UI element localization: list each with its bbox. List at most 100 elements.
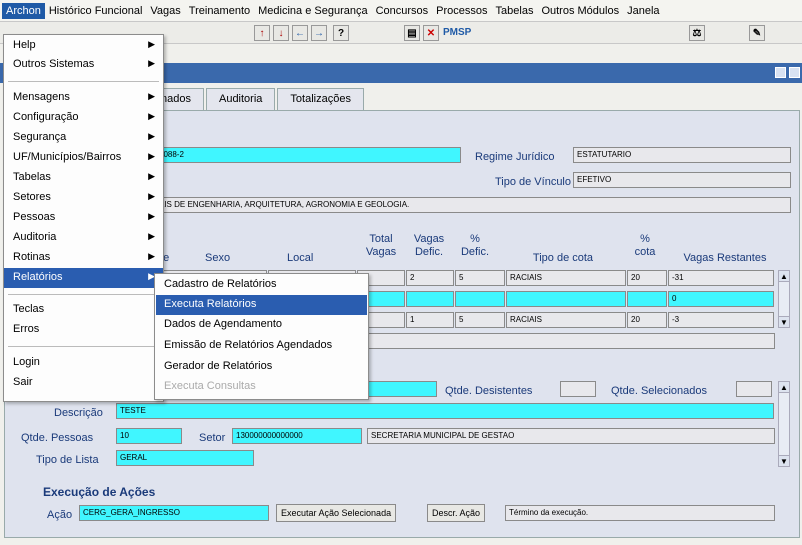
tab-auditoria[interactable]: Auditoria (205, 88, 276, 110)
menu-item-uf-municipios[interactable]: UF/Municípios/Bairros ▶ (4, 148, 163, 168)
status-field: Término da execução. (505, 505, 775, 521)
desistentes-field[interactable] (560, 381, 596, 397)
descr-acao-button[interactable]: Descr. Ação (427, 504, 486, 522)
menu-janela[interactable]: Janela (623, 3, 663, 19)
grid-cell-vagas-defic[interactable] (406, 291, 454, 307)
grid-cell-vagas-defic[interactable]: 2 (406, 270, 454, 286)
submenu-cadastro-relatorios[interactable]: Cadastro de Relatórios (156, 275, 367, 295)
menu-item-label: Mensagens (13, 91, 70, 103)
chevron-right-icon: ▶ (148, 191, 155, 201)
menu-outros-modulos[interactable]: Outros Módulos (537, 3, 623, 19)
help-icon[interactable]: ? (333, 25, 349, 41)
menu-item-label: Erros (13, 323, 40, 335)
menu-concursos[interactable]: Concursos (372, 3, 433, 19)
menu-tabelas[interactable]: Tabelas (492, 3, 538, 19)
menu-item-login[interactable]: Login (4, 353, 163, 373)
chevron-right-icon: ▶ (148, 39, 155, 49)
menu-processos[interactable]: Processos (432, 3, 491, 19)
grid-cell-tipo-cota[interactable] (506, 291, 626, 307)
scroll-down-icon[interactable]: ▼ (778, 455, 790, 467)
menu-historico-funcional[interactable]: Histórico Funcional (45, 3, 147, 19)
regime-field[interactable]: ESTATUTARIO (573, 147, 791, 163)
header-pct-defic: % Defic. (460, 233, 490, 258)
grid-cell-pct-cota[interactable] (627, 291, 667, 307)
upper-cyan-field[interactable] (365, 381, 437, 397)
header-total-vagas: Total Vagas (365, 233, 397, 258)
menu-item-rotinas[interactable]: Rotinas ▶ (4, 248, 163, 268)
balance-icon[interactable]: ⚖ (689, 25, 705, 41)
vinculo-label: Tipo de Vínculo (494, 176, 571, 188)
tab-totalizacoes[interactable]: Totalizações (277, 88, 364, 110)
code-field[interactable]: 1088-2 (155, 147, 461, 163)
menu-item-tabelas[interactable]: Tabelas ▶ (4, 168, 163, 188)
menu-archon[interactable]: Archon (2, 2, 45, 19)
descricao-label: Descrição (54, 407, 103, 419)
setor-desc-field[interactable]: SECRETARIA MUNICIPAL DE GESTAO (367, 428, 775, 444)
grid-cell-tipo-cota[interactable]: RACIAIS (506, 312, 626, 328)
chevron-right-icon: ▶ (148, 91, 155, 101)
menu-item-label: Relatórios (13, 271, 63, 283)
menu-treinamento[interactable]: Treinamento (185, 3, 254, 19)
grid-cell-vagas-restantes[interactable]: 0 (668, 291, 774, 307)
previous-icon[interactable]: ← (292, 25, 308, 41)
acao-field[interactable]: CERG_GERA_INGRESSO (79, 505, 269, 521)
submenu-executa-consultas: Executa Consultas (164, 380, 256, 392)
header-vagas-defic: Vagas Defic. (413, 233, 445, 258)
setor-field[interactable]: 130000000000000 (232, 428, 362, 444)
grid-cell-pct-defic[interactable] (455, 291, 505, 307)
tipolista-field[interactable]: GERAL (116, 450, 254, 466)
maximize-icon[interactable] (789, 67, 800, 78)
grid-cell-pct-cota[interactable]: 20 (627, 270, 667, 286)
menu-item-label: Help (13, 39, 36, 51)
scroll-up-icon[interactable]: ▲ (778, 270, 790, 282)
menu-item-outros-sistemas[interactable]: Outros Sistemas ▶ (4, 55, 163, 75)
menu-item-mensagens[interactable]: Mensagens ▶ (4, 88, 163, 108)
grid-cell-vagas-restantes[interactable]: -3 (668, 312, 774, 328)
delete-record-icon[interactable]: ↓ (273, 25, 289, 41)
pessoas-field[interactable]: 10 (116, 428, 182, 444)
exit-icon[interactable]: ✕ (423, 25, 439, 41)
menu-item-help[interactable]: Help ▶ (4, 36, 163, 56)
grid-cell-pct-defic[interactable]: 5 (455, 312, 505, 328)
menu-item-configuracao[interactable]: Configuração ▶ (4, 108, 163, 128)
submenu-executa-relatorios[interactable]: Executa Relatórios (156, 295, 367, 315)
cargo-desc-field[interactable]: AIS DE ENGENHARIA, ARQUITETURA, AGRONOMI… (155, 197, 791, 213)
desistentes-label: Qtde. Desistentes (445, 385, 533, 397)
print-icon[interactable]: ▤ (404, 25, 420, 41)
grid-cell-vagas-restantes[interactable]: -31 (668, 270, 774, 286)
menu-medicina-seguranca[interactable]: Medicina e Segurança (254, 3, 371, 19)
menu-item-seguranca[interactable]: Segurança ▶ (4, 128, 163, 148)
pessoas-label: Qtde. Pessoas (21, 432, 94, 444)
insert-record-icon[interactable]: ↑ (254, 25, 270, 41)
next-icon[interactable]: → (311, 25, 327, 41)
menu-separator (8, 294, 159, 295)
scroll-down-icon[interactable]: ▼ (778, 316, 790, 328)
menu-item-relatorios[interactable]: Relatórios ▶ (4, 268, 163, 288)
menu-item-auditoria[interactable]: Auditoria ▶ (4, 228, 163, 248)
menu-vagas[interactable]: Vagas (146, 3, 184, 19)
menu-item-label: Rotinas (13, 251, 51, 263)
vinculo-field[interactable]: EFETIVO (573, 172, 791, 188)
menu-item-sair[interactable]: Sair (4, 373, 163, 393)
descricao-field[interactable]: TESTE (116, 403, 774, 419)
menu-item-erros[interactable]: Erros (4, 320, 163, 340)
submenu-dados-agendamento[interactable]: Dados de Agendamento (156, 315, 367, 335)
selecionados-field[interactable] (736, 381, 772, 397)
executar-acao-button[interactable]: Executar Ação Selecionada (276, 504, 397, 522)
grid-cell-pct-cota[interactable]: 20 (627, 312, 667, 328)
submenu-emissao-relatorios-agendados[interactable]: Emissão de Relatórios Agendados (156, 336, 367, 356)
grid-cell-tipo-cota[interactable]: RACIAIS (506, 270, 626, 286)
chevron-right-icon: ▶ (148, 211, 155, 221)
tools-icon[interactable]: ✎ (749, 25, 765, 41)
submenu-gerador-relatorios[interactable]: Gerador de Relatórios (156, 357, 367, 377)
menu-item-setores[interactable]: Setores ▶ (4, 188, 163, 208)
scroll-up-icon[interactable]: ▲ (778, 381, 790, 393)
minimize-icon[interactable] (775, 67, 786, 78)
menu-item-pessoas[interactable]: Pessoas ▶ (4, 208, 163, 228)
acoes-title: Execução de Ações (43, 485, 156, 499)
menu-item-label: Login (13, 356, 40, 368)
grid-cell-pct-defic[interactable]: 5 (455, 270, 505, 286)
menu-item-teclas[interactable]: Teclas (4, 300, 163, 320)
grid-cell-vagas-defic[interactable]: 1 (406, 312, 454, 328)
archon-menu: Help ▶ Outros Sistemas ▶ Mensagens ▶ Config… (3, 34, 164, 402)
